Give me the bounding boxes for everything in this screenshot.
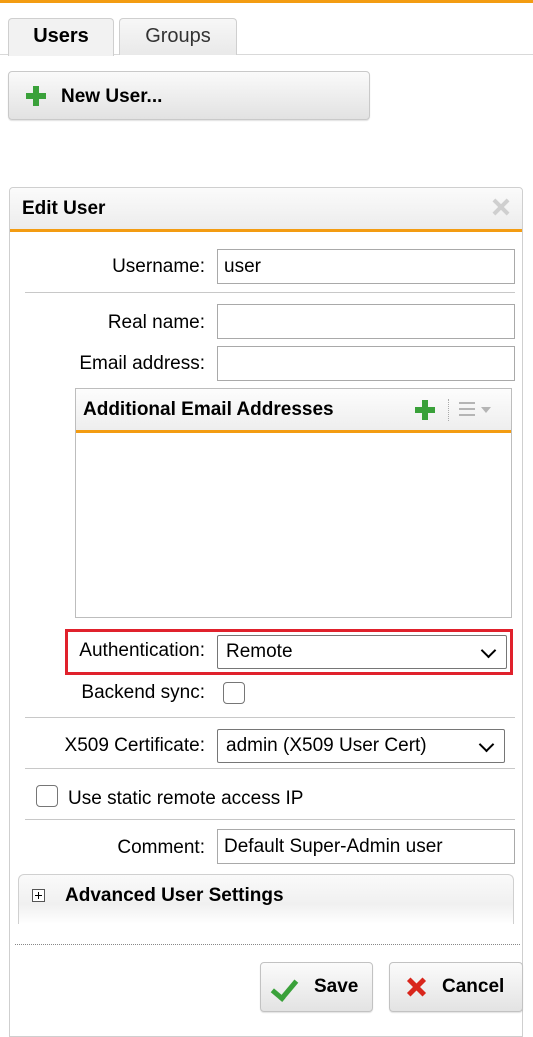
backend-sync-checkbox[interactable] — [223, 682, 245, 704]
backend-sync-label: Backend sync: — [81, 682, 205, 703]
save-label: Save — [314, 976, 359, 997]
real-name-label: Real name: — [107, 312, 205, 333]
new-user-label: New User... — [61, 86, 163, 107]
tab-bar: Users Groups — [0, 0, 533, 56]
dotted-divider — [15, 944, 520, 945]
comment-field[interactable]: Default Super-Admin user — [217, 829, 515, 864]
edit-user-dialog: Edit User Username: user Real name: Emai… — [9, 187, 523, 1037]
tab-users[interactable]: Users — [8, 18, 114, 56]
static-ip-label: Use static remote access IP — [68, 788, 304, 809]
x509-label: X509 Certificate: — [64, 735, 205, 756]
add-email-icon[interactable] — [415, 400, 435, 420]
real-name-field[interactable] — [217, 304, 515, 339]
toolbar-separator — [448, 399, 450, 421]
x509-value: admin (X509 User Cert) — [226, 735, 427, 756]
static-ip-checkbox[interactable] — [36, 785, 58, 807]
chevron-down-icon — [478, 736, 495, 753]
authentication-highlight — [65, 629, 513, 675]
comment-label: Comment: — [117, 837, 205, 858]
advanced-user-settings[interactable]: Advanced User Settings — [18, 874, 514, 924]
additional-email-title: Additional Email Addresses — [83, 399, 334, 420]
caret-down-icon[interactable] — [481, 407, 491, 413]
x509-select[interactable]: admin (X509 User Cert) — [217, 729, 505, 763]
cancel-button[interactable]: Cancel — [389, 962, 523, 1012]
list-icon[interactable] — [459, 402, 475, 416]
advanced-settings-label: Advanced User Settings — [65, 885, 284, 906]
email-field[interactable] — [217, 346, 515, 381]
new-user-button[interactable]: New User... — [8, 71, 370, 120]
tab-groups[interactable]: Groups — [119, 18, 237, 55]
separator — [25, 768, 515, 769]
checkmark-icon — [270, 973, 299, 1002]
separator — [25, 292, 515, 293]
additional-email-panel: Additional Email Addresses — [75, 388, 512, 618]
additional-email-header: Additional Email Addresses — [76, 389, 511, 433]
save-button[interactable]: Save — [260, 962, 373, 1012]
cancel-label: Cancel — [442, 976, 505, 997]
close-x-icon — [406, 976, 428, 998]
email-label: Email address: — [79, 353, 205, 374]
separator — [25, 819, 515, 820]
dialog-title: Edit User — [22, 198, 106, 219]
separator — [25, 717, 515, 718]
close-icon[interactable] — [490, 196, 512, 218]
dialog-header: Edit User — [10, 188, 522, 232]
username-label: Username: — [112, 256, 205, 277]
username-field[interactable]: user — [217, 249, 515, 284]
expand-icon[interactable] — [32, 889, 45, 902]
plus-icon — [26, 86, 46, 106]
